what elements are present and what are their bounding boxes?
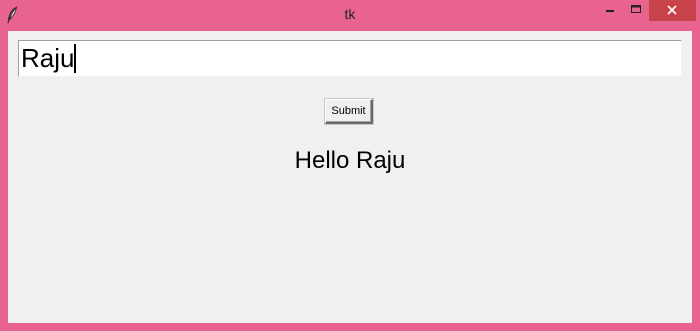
minimize-button[interactable] xyxy=(597,0,624,21)
greeting-label: Hello Raju xyxy=(294,147,406,174)
window-title: tk xyxy=(344,6,356,22)
name-entry-field[interactable]: Raju xyxy=(18,40,682,77)
maximize-icon xyxy=(631,5,641,13)
text-caret xyxy=(74,44,77,73)
entry-text: Raju xyxy=(21,43,75,73)
minimize-icon xyxy=(606,10,614,12)
close-button[interactable] xyxy=(649,0,696,21)
close-icon xyxy=(667,5,677,15)
maximize-button[interactable] xyxy=(623,0,649,21)
submit-button[interactable]: Submit xyxy=(325,99,373,124)
app-window: tk Raju Submit Hello Raju xyxy=(0,0,700,331)
title-bar[interactable]: tk xyxy=(0,0,700,31)
window-client-area: Raju Submit Hello Raju xyxy=(8,31,692,323)
